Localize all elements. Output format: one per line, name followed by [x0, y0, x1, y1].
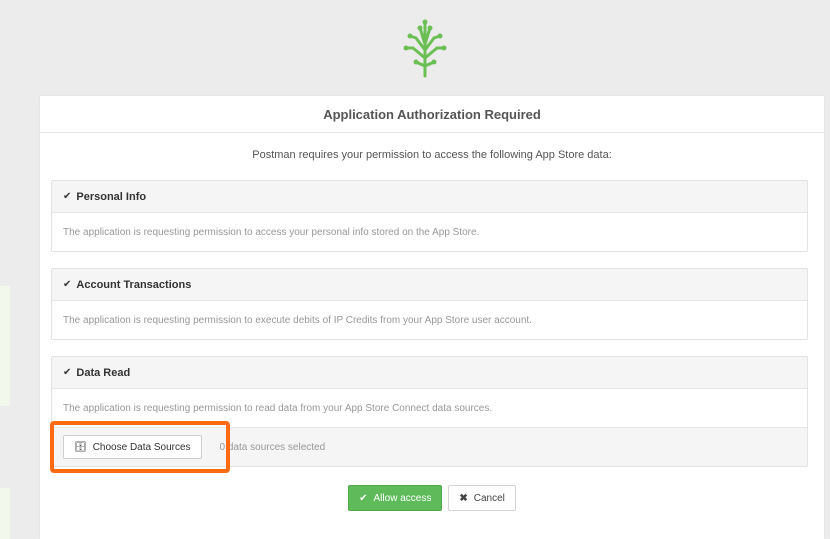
- permission-header: ✔ Data Read: [52, 357, 807, 389]
- cancel-label: Cancel: [473, 492, 505, 504]
- allow-access-label: Allow access: [373, 492, 432, 504]
- choose-data-sources-label: Choose Data Sources: [92, 441, 191, 453]
- cancel-button[interactable]: ✖ Cancel: [448, 485, 516, 511]
- authorization-dialog: Application Authorization Required Postm…: [40, 96, 824, 539]
- check-icon: ✔: [63, 191, 72, 202]
- dialog-title: Application Authorization Required: [40, 96, 824, 133]
- check-icon: ✔: [63, 279, 72, 290]
- check-icon: ✔: [63, 367, 72, 378]
- permission-description: The application is requesting permission…: [63, 314, 532, 326]
- database-icon: 🗄: [74, 441, 87, 453]
- choose-data-sources-button[interactable]: 🗄 Choose Data Sources: [63, 435, 202, 459]
- permission-title: Personal Info: [76, 190, 147, 203]
- data-sources-row: 🗄 Choose Data Sources 0 data sources sel…: [52, 427, 807, 466]
- permission-header: ✔ Account Transactions: [52, 269, 807, 301]
- permission-header: ✔ Personal Info: [52, 181, 807, 213]
- permission-description: The application is requesting permission…: [63, 402, 493, 414]
- tree-logo-icon: [398, 18, 452, 78]
- permission-data-read: ✔ Data Read The application is requestin…: [51, 356, 808, 467]
- dialog-actions: ✔ Allow access ✖ Cancel: [40, 485, 824, 511]
- page-left-accent: [0, 286, 10, 406]
- data-sources-selected-count: 0 data sources selected: [219, 441, 326, 453]
- check-icon: ✔: [359, 492, 368, 504]
- permission-title: Account Transactions: [76, 278, 192, 291]
- dialog-intro: Postman requires your permission to acce…: [252, 149, 612, 161]
- page-left-accent: [0, 488, 10, 539]
- permission-account-transactions: ✔ Account Transactions The application i…: [51, 268, 808, 340]
- close-icon: ✖: [459, 492, 468, 504]
- permission-personal-info: ✔ Personal Info The application is reque…: [51, 180, 808, 252]
- permission-description: The application is requesting permission…: [63, 226, 480, 238]
- permission-title: Data Read: [76, 366, 131, 379]
- allow-access-button[interactable]: ✔ Allow access: [348, 485, 443, 511]
